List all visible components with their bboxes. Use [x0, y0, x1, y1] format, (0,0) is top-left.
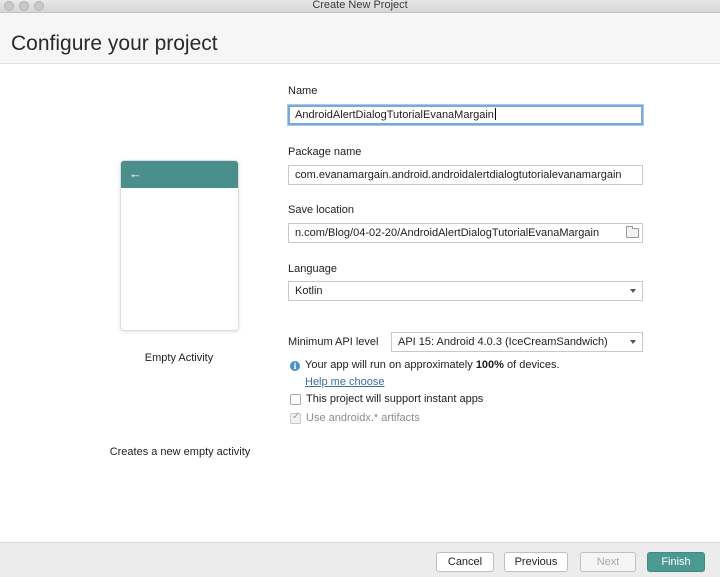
coverage-suffix: of devices.: [503, 359, 560, 371]
androidx-checkbox: ✓: [290, 411, 301, 424]
name-field-value: AndroidAlertDialogTutorialEvanaMargain: [295, 109, 494, 121]
next-button: Next: [580, 552, 636, 572]
cancel-button[interactable]: Cancel: [436, 552, 494, 572]
androidx-label: Use androidx.* artifacts: [306, 412, 420, 424]
checkmark-icon: ✓: [292, 411, 301, 422]
folder-icon[interactable]: [626, 226, 639, 238]
min-api-label: Minimum API level: [288, 336, 379, 348]
back-arrow-icon: ←: [129, 166, 142, 181]
preview-app-bar: ←: [121, 161, 238, 188]
coverage-percent: 100%: [475, 359, 504, 371]
create-project-window: Create New Project Configure your projec…: [0, 0, 720, 577]
instant-apps-checkbox[interactable]: [290, 394, 301, 405]
chevron-down-icon: [630, 289, 636, 293]
coverage-prefix: Your app will run on approximately: [305, 359, 476, 371]
name-label: Name: [288, 85, 318, 97]
chevron-down-icon: [630, 340, 636, 344]
template-description: Creates a new empty activity: [109, 446, 251, 458]
window-title: Create New Project: [312, 0, 408, 11]
min-api-select[interactable]: API 15: Android 4.0.3 (IceCreamSandwich): [391, 332, 643, 352]
help-me-choose-link[interactable]: Help me choose: [305, 376, 385, 388]
device-coverage-text: Your app will run on approximately 100% …: [305, 359, 560, 371]
save-location-label: Save location: [288, 204, 355, 216]
dialog-footer: Cancel Previous Next Finish: [0, 542, 720, 577]
name-field[interactable]: AndroidAlertDialogTutorialEvanaMargain: [288, 105, 643, 125]
package-name-value: com.evanamargain.android.androidalertdia…: [295, 169, 622, 181]
instant-apps-label[interactable]: This project will support instant apps: [306, 393, 483, 405]
min-api-value: API 15: Android 4.0.3 (IceCreamSandwich): [398, 336, 608, 348]
title-bar: Create New Project: [0, 0, 720, 13]
finish-button[interactable]: Finish: [647, 552, 705, 572]
language-value: Kotlin: [295, 285, 323, 297]
page-title: Configure your project: [11, 32, 218, 55]
template-preview: ←: [120, 160, 239, 331]
info-icon: i: [290, 361, 300, 371]
package-name-field[interactable]: com.evanamargain.android.androidalertdia…: [288, 165, 643, 185]
language-select[interactable]: Kotlin: [288, 281, 643, 301]
save-location-value: n.com/Blog/04-02-20/AndroidAlertDialogTu…: [295, 227, 600, 239]
template-name: Empty Activity: [144, 352, 214, 364]
page-header: Configure your project: [0, 13, 720, 64]
save-location-field[interactable]: n.com/Blog/04-02-20/AndroidAlertDialogTu…: [288, 223, 643, 243]
previous-button[interactable]: Previous: [504, 552, 568, 572]
language-label: Language: [288, 263, 337, 275]
package-name-label: Package name: [288, 146, 362, 158]
text-caret: [494, 108, 496, 120]
